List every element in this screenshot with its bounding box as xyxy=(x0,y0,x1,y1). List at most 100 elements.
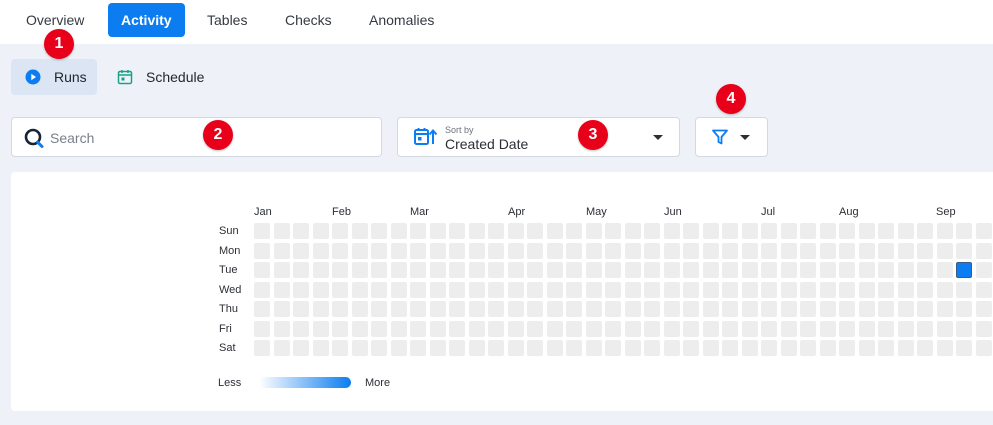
heatmap-cell[interactable] xyxy=(547,301,563,317)
heatmap-cell[interactable] xyxy=(391,340,407,356)
heatmap-cell[interactable] xyxy=(527,321,543,337)
heatmap-cell[interactable] xyxy=(742,301,758,317)
heatmap-cell[interactable] xyxy=(508,301,524,317)
heatmap-cell[interactable] xyxy=(625,223,641,239)
heatmap-cell[interactable] xyxy=(956,340,972,356)
heatmap-cell[interactable] xyxy=(566,282,582,298)
heatmap-cell[interactable] xyxy=(956,282,972,298)
heatmap-cell[interactable] xyxy=(761,262,777,278)
heatmap-cell[interactable] xyxy=(859,340,875,356)
heatmap-cell[interactable] xyxy=(976,223,992,239)
heatmap-cell[interactable] xyxy=(254,282,270,298)
heatmap-cell[interactable] xyxy=(937,262,953,278)
heatmap-cell[interactable] xyxy=(254,243,270,259)
heatmap-cell[interactable] xyxy=(898,301,914,317)
heatmap-cell[interactable] xyxy=(332,301,348,317)
heatmap-cell[interactable] xyxy=(449,262,465,278)
heatmap-cell[interactable] xyxy=(313,321,329,337)
heatmap-cell[interactable] xyxy=(976,321,992,337)
heatmap-cell[interactable] xyxy=(839,223,855,239)
heatmap-cell[interactable] xyxy=(703,243,719,259)
heatmap-cell[interactable] xyxy=(859,321,875,337)
heatmap-cell[interactable] xyxy=(430,340,446,356)
heatmap-cell[interactable] xyxy=(313,262,329,278)
heatmap-cell[interactable] xyxy=(488,223,504,239)
heatmap-cell[interactable] xyxy=(469,223,485,239)
heatmap-cell[interactable] xyxy=(781,321,797,337)
heatmap-cell[interactable] xyxy=(683,321,699,337)
heatmap-cell[interactable] xyxy=(722,243,738,259)
heatmap-cell[interactable] xyxy=(839,262,855,278)
heatmap-cell[interactable] xyxy=(898,262,914,278)
heatmap-cell[interactable] xyxy=(664,223,680,239)
heatmap-cell[interactable] xyxy=(586,301,602,317)
heatmap-cell[interactable] xyxy=(293,340,309,356)
heatmap-cell[interactable] xyxy=(605,321,621,337)
heatmap-cell[interactable] xyxy=(761,340,777,356)
heatmap-cell[interactable] xyxy=(293,223,309,239)
heatmap-cell[interactable] xyxy=(391,301,407,317)
heatmap-cell[interactable] xyxy=(878,321,894,337)
heatmap-cell[interactable] xyxy=(683,340,699,356)
heatmap-cell[interactable] xyxy=(781,243,797,259)
tab-checks[interactable]: Checks xyxy=(272,3,345,37)
heatmap-cell[interactable] xyxy=(313,243,329,259)
heatmap-cell[interactable] xyxy=(761,301,777,317)
heatmap-cell[interactable] xyxy=(391,321,407,337)
heatmap-cell[interactable] xyxy=(664,340,680,356)
heatmap-cell[interactable] xyxy=(976,340,992,356)
heatmap-cell[interactable] xyxy=(781,262,797,278)
heatmap-cell[interactable] xyxy=(566,223,582,239)
heatmap-cell[interactable] xyxy=(976,262,992,278)
heatmap-cell[interactable] xyxy=(722,223,738,239)
heatmap-cell[interactable] xyxy=(644,321,660,337)
heatmap-cell[interactable] xyxy=(332,321,348,337)
heatmap-cell[interactable] xyxy=(371,340,387,356)
heatmap-cell[interactable] xyxy=(371,223,387,239)
heatmap-cell[interactable] xyxy=(761,321,777,337)
heatmap-cell[interactable] xyxy=(761,223,777,239)
heatmap-cell[interactable] xyxy=(703,301,719,317)
heatmap-cell[interactable] xyxy=(644,301,660,317)
heatmap-cell[interactable] xyxy=(820,223,836,239)
heatmap-cell[interactable] xyxy=(722,301,738,317)
heatmap-cell[interactable] xyxy=(839,321,855,337)
heatmap-cell[interactable] xyxy=(703,321,719,337)
heatmap-cell[interactable] xyxy=(878,223,894,239)
heatmap-cell[interactable] xyxy=(742,223,758,239)
heatmap-cell[interactable] xyxy=(937,301,953,317)
heatmap-cell[interactable] xyxy=(761,243,777,259)
heatmap-cell[interactable] xyxy=(352,321,368,337)
heatmap-cell[interactable] xyxy=(332,262,348,278)
heatmap-cell[interactable] xyxy=(352,282,368,298)
heatmap-cell[interactable] xyxy=(430,321,446,337)
heatmap-cell[interactable] xyxy=(469,321,485,337)
heatmap-cell[interactable] xyxy=(332,282,348,298)
heatmap-cell[interactable] xyxy=(430,262,446,278)
heatmap-cell[interactable] xyxy=(742,243,758,259)
heatmap-cell[interactable] xyxy=(547,321,563,337)
heatmap-cell[interactable] xyxy=(449,301,465,317)
heatmap-cell[interactable] xyxy=(586,223,602,239)
heatmap-cell[interactable] xyxy=(449,243,465,259)
subtab-schedule[interactable]: Schedule xyxy=(116,59,204,95)
heatmap-cell[interactable] xyxy=(722,340,738,356)
heatmap-cell[interactable] xyxy=(566,262,582,278)
heatmap-cell[interactable] xyxy=(469,340,485,356)
heatmap-cell[interactable] xyxy=(449,321,465,337)
heatmap-cell[interactable] xyxy=(313,340,329,356)
heatmap-cell[interactable] xyxy=(878,282,894,298)
sort-dropdown[interactable]: Sort by Created Date xyxy=(397,117,680,157)
heatmap-cell[interactable] xyxy=(547,262,563,278)
heatmap-cell[interactable] xyxy=(410,223,426,239)
subtab-runs[interactable]: Runs xyxy=(11,59,97,95)
heatmap-cell[interactable] xyxy=(430,223,446,239)
heatmap-cell[interactable] xyxy=(820,340,836,356)
heatmap-cell[interactable] xyxy=(761,282,777,298)
heatmap-cell[interactable] xyxy=(508,282,524,298)
heatmap-cell[interactable] xyxy=(956,243,972,259)
heatmap-cell[interactable] xyxy=(683,262,699,278)
heatmap-cell[interactable] xyxy=(605,282,621,298)
heatmap-cell[interactable] xyxy=(937,223,953,239)
heatmap-cell[interactable] xyxy=(371,321,387,337)
